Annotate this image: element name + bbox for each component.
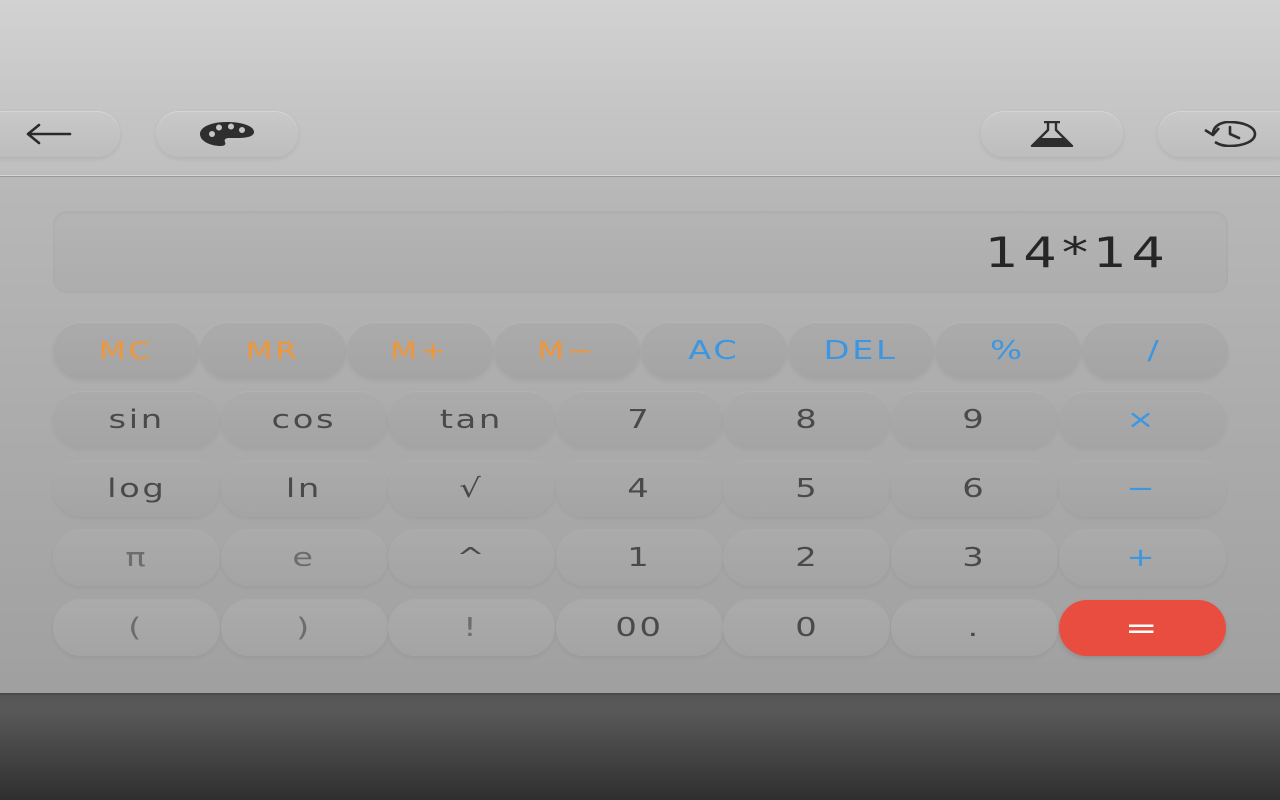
key-sqrt[interactable]: √ [388,461,556,517]
key-00[interactable]: 00 [555,600,723,656]
palette-icon [198,121,256,147]
key-3[interactable]: 3 [891,530,1058,586]
expression-display: 14*14 [53,211,1228,293]
key-e[interactable]: e [220,530,388,586]
key-log[interactable]: log [53,461,220,517]
key-8[interactable]: 8 [723,392,891,448]
key-sin[interactable]: sin [53,392,220,448]
key-plus[interactable]: + [1058,530,1226,586]
key-pi[interactable]: π [53,530,220,586]
history-button[interactable] [1158,111,1280,157]
key-4[interactable]: 4 [555,461,723,517]
key-0[interactable]: 0 [723,600,891,656]
key-percent[interactable]: % [935,323,1081,379]
key-equals[interactable]: = [1058,600,1226,656]
key-divide[interactable]: / [1082,323,1228,379]
key-6[interactable]: 6 [891,461,1058,517]
key-del[interactable]: DEL [788,323,934,379]
history-icon [1199,121,1259,147]
scientific-button[interactable] [981,111,1123,157]
key-mc[interactable]: MC [53,323,199,379]
theme-button[interactable] [156,111,298,157]
key-ac[interactable]: AC [641,323,787,379]
key-decimal[interactable]: . [891,600,1058,656]
back-button[interactable] [0,111,120,157]
key-minus[interactable]: − [1058,461,1226,517]
key-2[interactable]: 2 [723,530,891,586]
key-m-minus[interactable]: M− [494,323,640,379]
key-9[interactable]: 9 [891,392,1058,448]
key-tan[interactable]: tan [388,392,556,448]
key-1[interactable]: 1 [555,530,723,586]
key-multiply[interactable]: × [1058,392,1226,448]
key-power[interactable]: ^ [388,530,556,586]
arrow-left-icon [24,122,74,146]
key-cos[interactable]: cos [220,392,388,448]
key-ln[interactable]: ln [220,461,388,517]
expression-text: 14*14 [985,227,1170,277]
flask-icon [1023,121,1081,147]
key-5[interactable]: 5 [723,461,891,517]
key-7[interactable]: 7 [555,392,723,448]
key-close-paren[interactable]: ) [220,600,388,656]
key-m-plus[interactable]: M+ [347,323,493,379]
key-mr[interactable]: MR [200,323,346,379]
key-open-paren[interactable]: ( [53,600,220,656]
key-factorial[interactable]: ! [388,600,556,656]
